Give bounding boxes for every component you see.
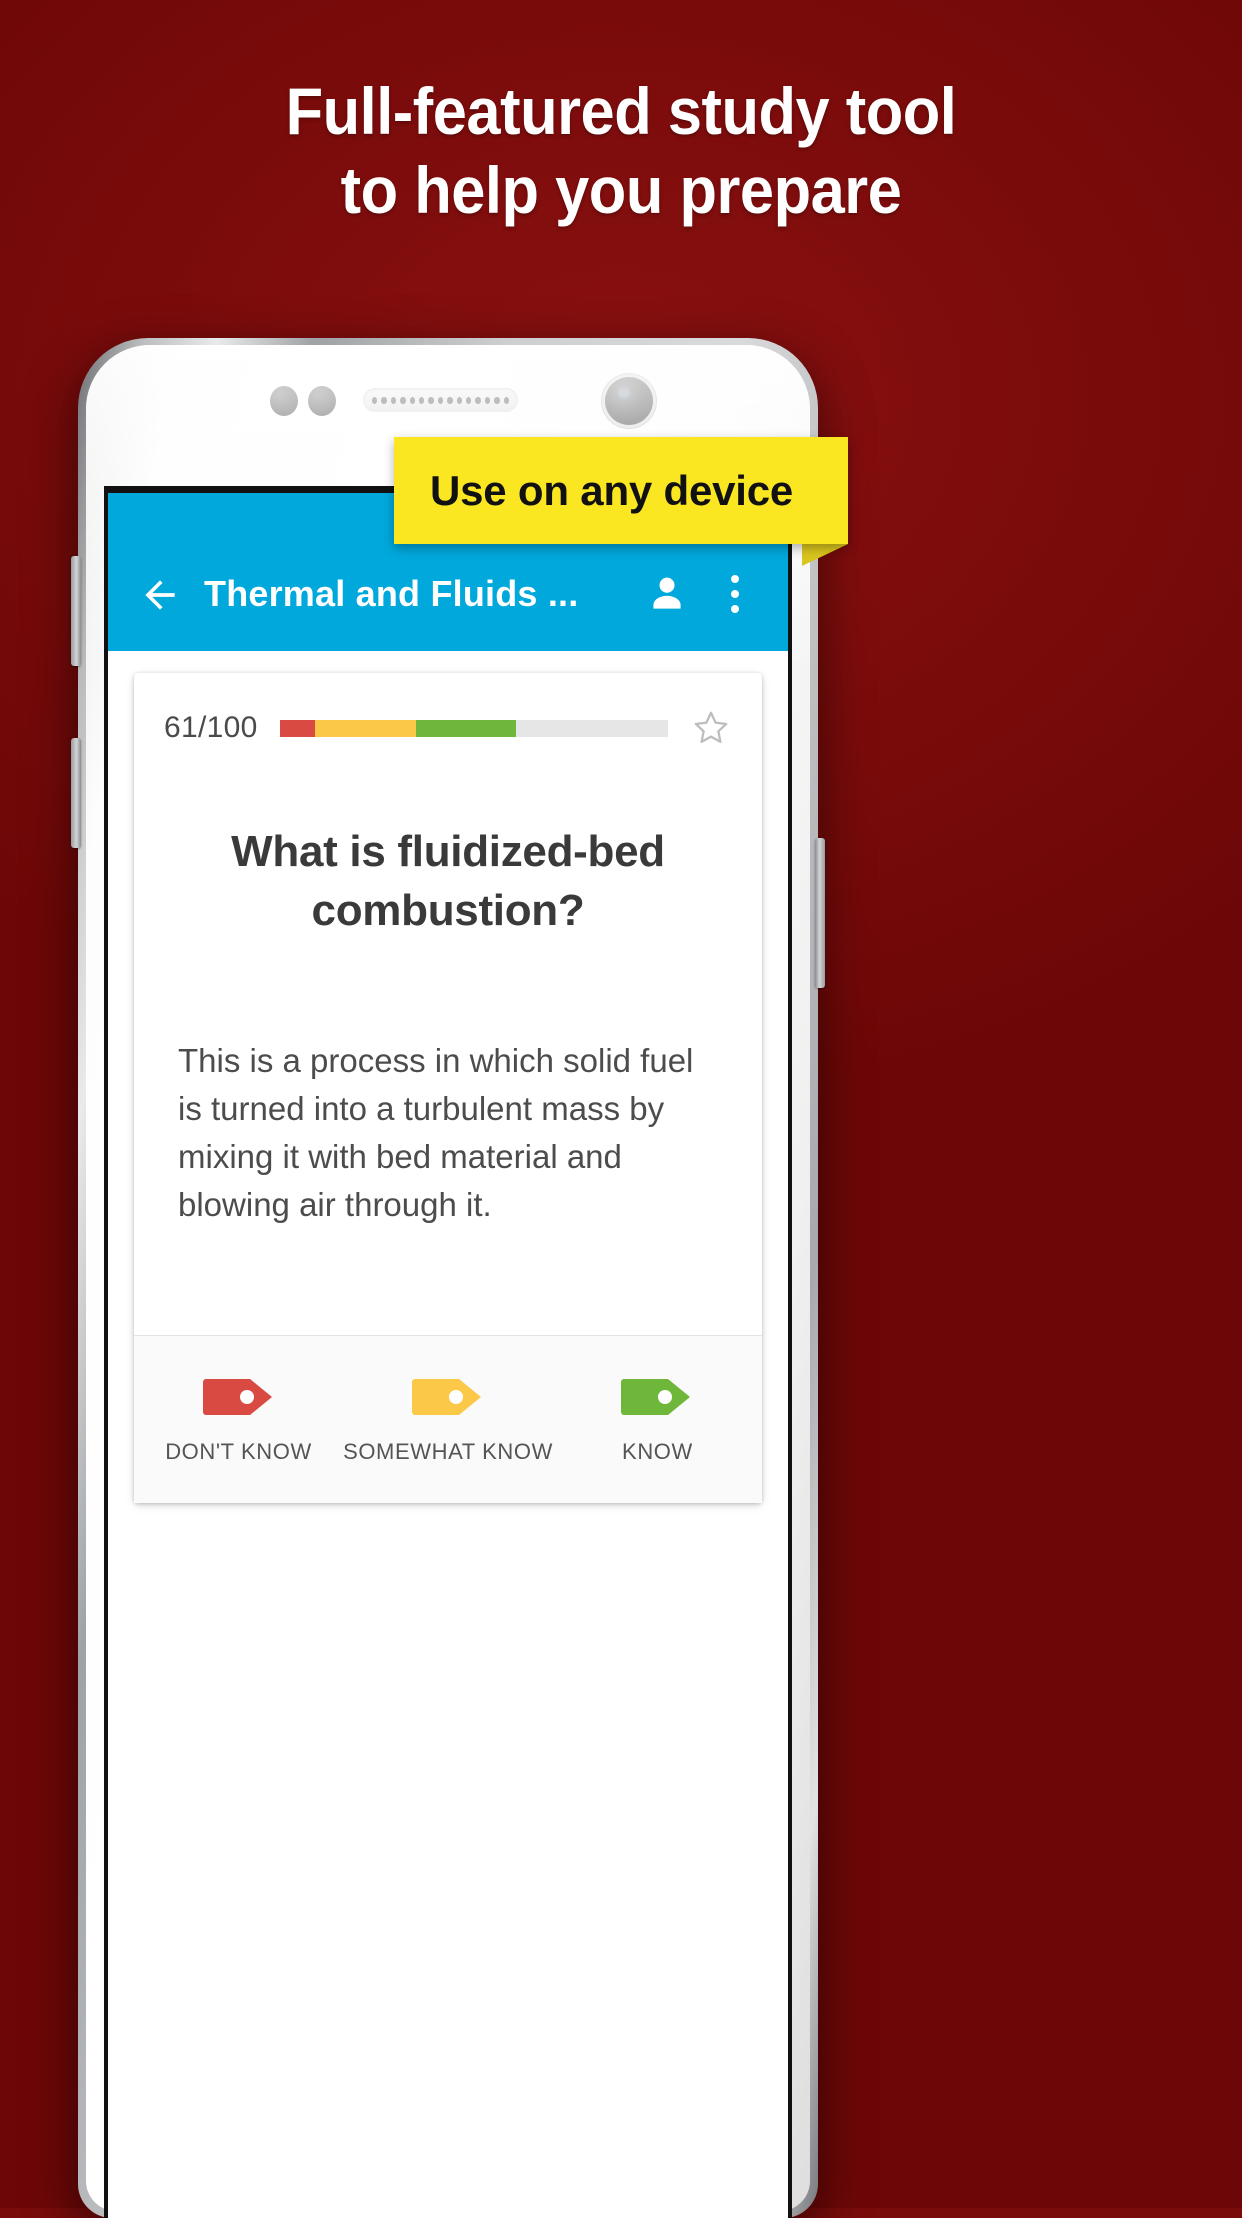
rating-button-somewhat-know[interactable]: SOMEWHAT KNOW xyxy=(343,1375,553,1465)
rating-button-dont-know[interactable]: DON'T KNOW xyxy=(134,1375,343,1465)
proximity-sensor-icon xyxy=(270,386,298,416)
tag-arrow-icon xyxy=(412,1378,481,1415)
volume-down-button[interactable] xyxy=(71,738,81,848)
progress-count-label: 61/100 xyxy=(164,711,258,744)
card-question: What is fluidized-bed combustion? xyxy=(231,827,665,935)
progress-bar xyxy=(279,719,668,737)
flashcard[interactable]: 61/100 What is fluidized-bed combustion?… xyxy=(134,673,762,1503)
front-camera-icon xyxy=(605,377,653,425)
headline-line-2: to help you prepare xyxy=(340,153,902,228)
tag-arrow-icon xyxy=(621,1378,691,1415)
progress-segment-know xyxy=(415,719,517,737)
callout-label: Use on any device xyxy=(430,466,794,514)
power-button[interactable] xyxy=(815,838,825,988)
account-button[interactable] xyxy=(644,571,690,617)
rating-button-know[interactable]: KNOW xyxy=(553,1375,762,1465)
volume-up-button[interactable] xyxy=(71,556,81,666)
card-answer: This is a process in which solid fuel is… xyxy=(178,1041,694,1224)
more-vert-icon xyxy=(723,575,747,613)
rating-bar: DON'T KNOW SOMEWHAT KNOW KNOW xyxy=(134,1335,762,1503)
light-sensor-icon xyxy=(308,386,336,416)
tag-arrow-icon xyxy=(202,1378,272,1415)
rating-label-dont-know: DON'T KNOW xyxy=(165,1438,312,1464)
page-headline: Full-featured study tool to help you pre… xyxy=(43,74,1198,228)
callout-badge: Use on any device xyxy=(394,437,848,544)
overflow-menu-button[interactable] xyxy=(712,571,758,617)
phone-mockup: Thermal and Fluids ... 61/100 What is fl… xyxy=(71,338,825,2218)
app-bar-title: Thermal and Fluids ... xyxy=(204,573,579,614)
card-container: 61/100 What is fluidized-bed combustion?… xyxy=(108,651,788,2218)
star-outline-icon[interactable] xyxy=(690,707,732,749)
rating-label-somewhat-know: SOMEWHAT KNOW xyxy=(343,1438,553,1464)
back-arrow-icon[interactable] xyxy=(138,573,182,617)
headline-line-1: Full-featured study tool xyxy=(285,74,957,148)
earpiece-speaker-icon xyxy=(363,388,518,412)
progress-segment-somewhat-know xyxy=(314,719,416,737)
progress-row: 61/100 xyxy=(134,673,762,749)
progress-segment-unseen xyxy=(516,719,668,737)
progress-segment-dont-know xyxy=(279,719,315,737)
rating-label-know: KNOW xyxy=(622,1438,693,1464)
phone-screen: Thermal and Fluids ... 61/100 What is fl… xyxy=(104,486,792,2218)
person-icon xyxy=(653,577,681,609)
callout-tail xyxy=(802,544,848,566)
